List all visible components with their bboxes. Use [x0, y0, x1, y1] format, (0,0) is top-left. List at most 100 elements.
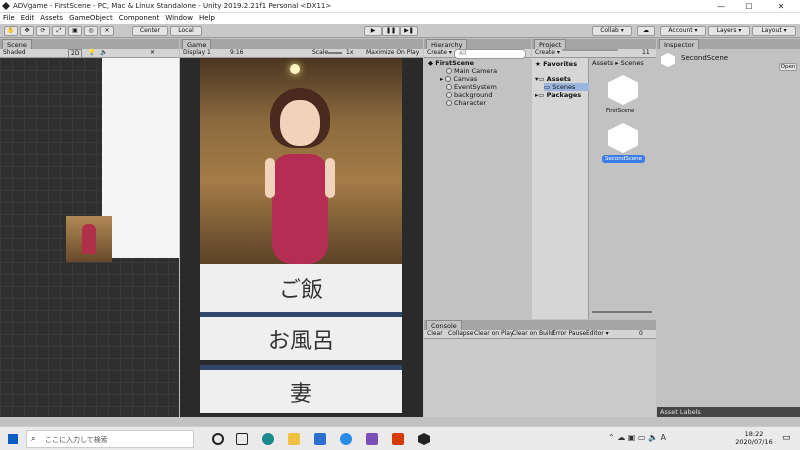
custom-tool-icon[interactable]: ✕ — [100, 26, 114, 36]
tree-scenes[interactable]: ▭ Scenes — [544, 83, 589, 91]
rotate-tool-icon[interactable]: ⟳ — [36, 26, 50, 36]
collab-button[interactable]: Collab ▾ — [592, 26, 632, 36]
tree-packages-label: Packages — [546, 91, 582, 99]
visual-studio-icon[interactable] — [366, 433, 378, 445]
tab-hierarchy[interactable]: Hierarchy — [426, 39, 468, 49]
menu-assets[interactable]: Assets — [37, 13, 66, 24]
scale-slider[interactable] — [328, 52, 342, 54]
menu-edit[interactable]: Edit — [18, 13, 38, 24]
hierarchy-search-input[interactable]: All — [454, 49, 526, 59]
menu-file[interactable]: File — [0, 13, 18, 24]
scene-viewport[interactable] — [0, 58, 179, 417]
pivot-local-button[interactable]: Local — [170, 26, 202, 36]
console-clear-on-build-toggle[interactable]: Clear on Build — [512, 330, 554, 338]
hierarchy-item-eventsystem[interactable]: EventSystem — [446, 83, 497, 91]
unity-taskbar-icon[interactable] — [418, 433, 430, 445]
rect-tool-icon[interactable]: ▣ — [68, 26, 82, 36]
scale-value: 1x — [346, 49, 354, 56]
hierarchy-create-button[interactable]: Create ▾ — [427, 49, 452, 57]
scene-file-icon[interactable] — [608, 75, 638, 105]
close-button[interactable]: ✕ — [768, 1, 794, 12]
choice-button-bath[interactable]: お風呂 — [200, 312, 402, 360]
task-view-icon[interactable] — [212, 433, 224, 445]
project-search-input[interactable] — [562, 49, 618, 51]
cloud-icon[interactable]: ☁ — [637, 26, 655, 36]
play-icon[interactable]: ▶ — [364, 26, 382, 36]
console-error-pause-toggle[interactable]: Error Pause — [552, 330, 586, 338]
edge-icon[interactable] — [262, 433, 274, 445]
windows-start-icon[interactable] — [8, 434, 18, 444]
tab-inspector[interactable]: Inspector — [659, 39, 700, 49]
clock[interactable]: 18:22 2020/07/16 — [734, 430, 774, 446]
asset-labels-bar[interactable]: Asset Labels — [657, 407, 800, 417]
light-icon[interactable]: 💡 — [88, 49, 95, 57]
menu-gameobject[interactable]: GameObject — [66, 13, 116, 24]
task-view-icon[interactable] — [236, 433, 248, 445]
pause-icon[interactable]: ❚❚ — [382, 26, 400, 36]
character-arm-left — [265, 158, 275, 198]
scene-file-icon[interactable] — [608, 123, 638, 153]
audio-icon[interactable]: 🔈 — [100, 49, 107, 57]
tab-project[interactable]: Project — [534, 39, 567, 49]
tree-packages[interactable]: ▸▭ Packages — [535, 91, 581, 99]
aspect-dropdown[interactable]: 9:16 — [230, 49, 243, 57]
shading-dropdown[interactable]: Shaded — [3, 49, 26, 57]
menu-window[interactable]: Window — [162, 13, 196, 24]
file-explorer-icon[interactable] — [288, 433, 300, 445]
tab-console[interactable]: Console — [426, 320, 462, 330]
hierarchy-item-label: Character — [454, 99, 487, 107]
pivot-center-button[interactable]: Center — [132, 26, 168, 36]
clock-date: 2020/07/16 — [735, 438, 773, 446]
gizmos-icon[interactable]: ✕ — [150, 49, 155, 57]
scale-label: Scale — [312, 49, 329, 56]
scene-root-item[interactable]: ◆ FirstScene — [428, 59, 474, 67]
console-log-area[interactable] — [424, 339, 656, 417]
character-dress — [272, 154, 328, 264]
office-icon[interactable] — [392, 433, 404, 445]
app-icon[interactable] — [340, 433, 352, 445]
minimize-button[interactable]: — — [708, 1, 734, 12]
scene-game-preview — [66, 216, 112, 262]
step-icon[interactable]: ▶❚ — [400, 26, 418, 36]
tree-assets[interactable]: ▾▭ Assets — [535, 75, 571, 83]
tab-scene[interactable]: Scene — [2, 39, 32, 49]
hand-tool-icon[interactable]: ✋ — [4, 26, 18, 36]
hierarchy-item-character[interactable]: Character — [446, 99, 486, 107]
menu-component[interactable]: Component — [116, 13, 163, 24]
layout-button[interactable]: Layout ▾ — [752, 26, 796, 36]
system-tray-icons[interactable]: ⌃ ☁ ▣ ▭ 🔈 A — [608, 433, 666, 442]
hierarchy-item-background[interactable]: background — [446, 91, 492, 99]
icon-size-slider[interactable] — [592, 311, 652, 313]
console-clear-button[interactable]: Clear — [427, 330, 443, 338]
notification-icon[interactable]: ▭ — [782, 433, 791, 443]
console-clear-on-play-toggle[interactable]: Clear on Play — [474, 330, 514, 338]
choice-button-meal[interactable]: ご飯 — [200, 264, 402, 312]
taskbar-search-input[interactable]: ⌕ ここに入力して検索 — [26, 430, 194, 448]
transform-tool-icon[interactable]: ◎ — [84, 26, 98, 36]
tree-assets-label: Assets — [546, 75, 571, 83]
folder-icon: ▸▭ — [535, 91, 545, 99]
inspector-open-button[interactable]: Open — [779, 63, 797, 71]
account-button[interactable]: Account ▾ — [660, 26, 706, 36]
mail-icon[interactable] — [314, 433, 326, 445]
console-collapse-button[interactable]: Collapse — [448, 330, 474, 338]
menu-help[interactable]: Help — [196, 13, 218, 24]
hierarchy-item-canvas[interactable]: ▸ Canvas — [440, 75, 477, 83]
project-panel: Project Create ▾ 11 ★ Favorites ▾▭ Asset… — [532, 39, 656, 319]
hierarchy-item-main-camera[interactable]: Main Camera — [446, 67, 497, 75]
tree-favorites[interactable]: ★ Favorites — [535, 60, 577, 68]
layers-button[interactable]: Layers ▾ — [708, 26, 750, 36]
maximize-button[interactable]: ☐ — [736, 1, 762, 12]
file-label-firstscene: FirstScene — [606, 108, 635, 114]
scale-tool-icon[interactable]: ⤢ — [52, 26, 66, 36]
ceiling-light-icon — [290, 64, 300, 74]
choice-button-wife[interactable]: 妻 — [200, 365, 402, 413]
project-create-button[interactable]: Create ▾ — [535, 49, 560, 57]
breadcrumb-scenes[interactable]: Scenes — [621, 59, 644, 67]
maximize-on-play-toggle[interactable]: Maximize On Play — [366, 49, 419, 57]
tab-game[interactable]: Game — [182, 39, 212, 49]
display-dropdown[interactable]: Display 1 — [183, 49, 211, 57]
move-tool-icon[interactable]: ✥ — [20, 26, 34, 36]
console-editor-dropdown[interactable]: Editor ▾ — [586, 330, 609, 338]
breadcrumb-assets[interactable]: Assets — [592, 59, 613, 67]
